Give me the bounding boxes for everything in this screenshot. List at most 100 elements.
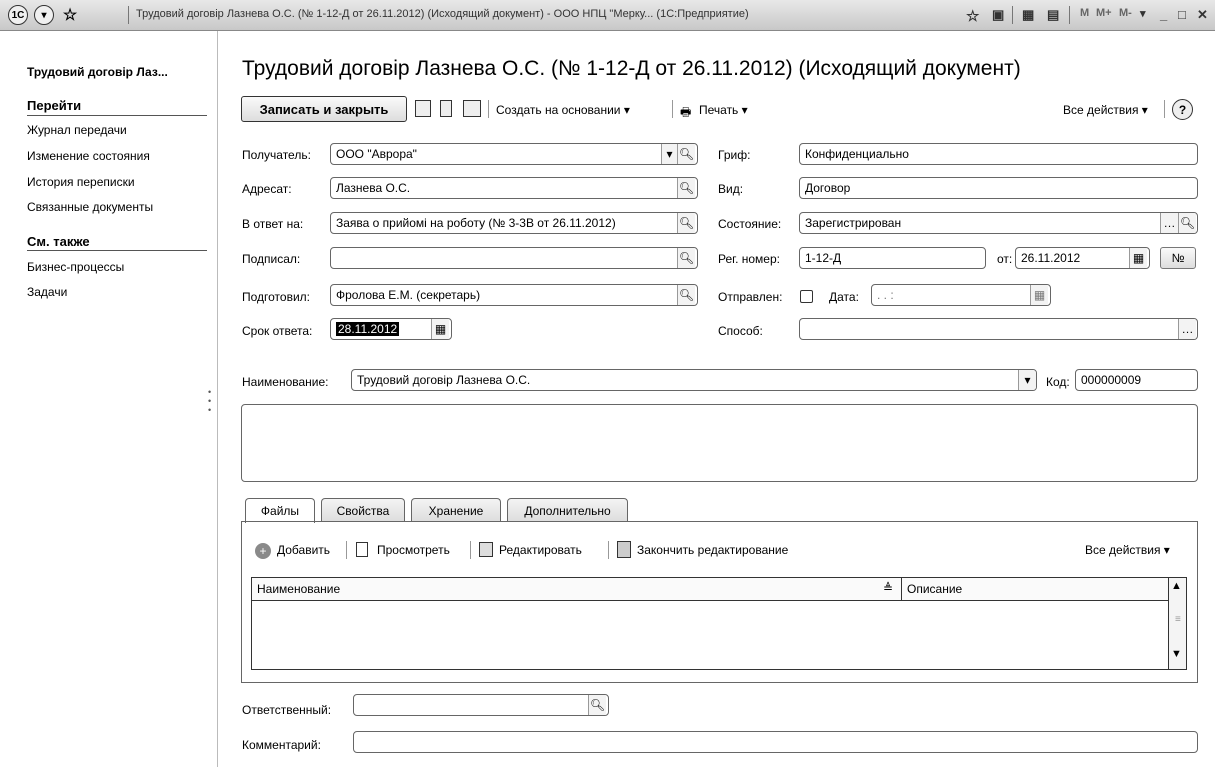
ellipsis-icon[interactable]: … bbox=[1160, 213, 1178, 233]
regdate-field[interactable]: 26.11.2012 ▦ bbox=[1015, 247, 1150, 269]
finish-edit-icon[interactable] bbox=[617, 541, 631, 558]
calendar-icon[interactable]: ▦ bbox=[1129, 248, 1147, 268]
name-field[interactable]: Трудовий договір Лазнева О.С. ▾ bbox=[351, 369, 1037, 391]
date-label: Дата: bbox=[829, 290, 859, 304]
tab-additional[interactable]: Дополнительно bbox=[507, 498, 628, 522]
sent-checkbox[interactable] bbox=[800, 290, 813, 303]
grid-scrollbar[interactable]: ▲ ≡ ▼ bbox=[1168, 578, 1186, 669]
add-file-button[interactable]: Добавить bbox=[277, 543, 330, 557]
1c-logo-icon[interactable]: 1C bbox=[8, 5, 28, 25]
nav-item-transfer-log[interactable]: Журнал передачи bbox=[27, 123, 127, 137]
nav-item-state-change[interactable]: Изменение состояния bbox=[27, 149, 150, 163]
search-icon[interactable]: 🔍︎ bbox=[677, 144, 695, 164]
tab-files[interactable]: Файлы bbox=[245, 498, 315, 523]
reply-to-field[interactable]: Заява о прийомі на роботу (№ 3-3В от 26.… bbox=[330, 212, 698, 234]
panel-resize-handle[interactable]: • • • bbox=[208, 388, 211, 415]
document-icon[interactable] bbox=[440, 100, 452, 117]
nav-item-related-docs[interactable]: Связанные документы bbox=[27, 200, 153, 214]
memory-mminus-button[interactable]: M- bbox=[1119, 7, 1132, 19]
printer-icon[interactable]: 🖶 bbox=[680, 103, 691, 124]
navigation-panel bbox=[0, 31, 218, 767]
search-icon[interactable]: 🔍︎ bbox=[677, 285, 695, 305]
help-icon[interactable]: ? bbox=[1172, 99, 1193, 120]
nav-item-correspondence[interactable]: История переписки bbox=[27, 175, 135, 189]
name-label: Наименование: bbox=[242, 375, 329, 389]
calendar-icon[interactable]: ▦ bbox=[431, 319, 449, 339]
tab-storage[interactable]: Хранение bbox=[411, 498, 501, 522]
scroll-up-icon[interactable]: ▲ bbox=[1171, 580, 1182, 592]
column-header-name[interactable]: Наименование ≜ bbox=[252, 578, 902, 601]
code-field[interactable]: 000000009 bbox=[1075, 369, 1198, 391]
save-and-close-button[interactable]: Записать и закрыть bbox=[241, 96, 407, 122]
search-icon[interactable]: 🔍︎ bbox=[677, 248, 695, 268]
memory-m-button[interactable]: M bbox=[1080, 7, 1089, 19]
responsible-field[interactable]: 🔍︎ bbox=[353, 694, 609, 716]
bookmark-icon[interactable]: ▣ bbox=[992, 7, 1004, 23]
scroll-down-icon[interactable]: ▼ bbox=[1171, 648, 1182, 660]
star-icon[interactable]: ☆ bbox=[60, 5, 80, 25]
nav-item-tasks[interactable]: Задачи bbox=[27, 285, 67, 299]
method-field[interactable]: … bbox=[799, 318, 1198, 340]
title-separator bbox=[1012, 6, 1013, 24]
favorite-icon[interactable]: ☆ bbox=[966, 7, 979, 25]
deadline-field[interactable]: 28.11.2012 ▦ bbox=[330, 318, 452, 340]
create-based-on-menu[interactable]: Создать на основании ▾ bbox=[496, 103, 630, 117]
edit-file-button[interactable]: Редактировать bbox=[499, 543, 582, 557]
files-table[interactable]: Наименование ≜ Описание ▲ ≡ ▼ bbox=[251, 577, 1187, 670]
sent-date-field[interactable]: . . : ▦ bbox=[871, 284, 1051, 306]
state-field[interactable]: Зарегистрирован … 🔍︎ bbox=[799, 212, 1198, 234]
calculator-icon[interactable]: ▦ bbox=[1022, 7, 1034, 23]
save-icon[interactable] bbox=[415, 100, 431, 117]
search-icon[interactable]: 🔍︎ bbox=[1178, 213, 1196, 233]
recipient-field[interactable]: ООО "Аврора" ▾ 🔍︎ bbox=[330, 143, 698, 165]
regdate-value: 26.11.2012 bbox=[1021, 251, 1081, 265]
nav-title: Трудовий договір Лаз... bbox=[27, 65, 168, 79]
scroll-thumb[interactable]: ≡ bbox=[1175, 614, 1181, 625]
grif-field[interactable]: Конфиденциально bbox=[799, 143, 1198, 165]
kind-field[interactable]: Договор bbox=[799, 177, 1198, 199]
prepared-field[interactable]: Фролова Е.М. (секретарь) 🔍︎ bbox=[330, 284, 698, 306]
post-icon[interactable] bbox=[463, 100, 481, 117]
maximize-icon[interactable]: □ bbox=[1178, 7, 1186, 22]
search-icon[interactable]: 🔍︎ bbox=[677, 213, 695, 233]
calendar-icon[interactable]: ▤ bbox=[1047, 7, 1059, 23]
minimize-arrow-icon[interactable]: ▾ bbox=[1140, 7, 1146, 20]
dropdown-icon[interactable]: ▾ bbox=[1018, 370, 1036, 390]
comment-field[interactable] bbox=[353, 731, 1198, 753]
view-icon[interactable] bbox=[356, 542, 368, 557]
sent-label: Отправлен: bbox=[718, 290, 783, 304]
prepared-label: Подготовил: bbox=[242, 290, 311, 304]
minimize-icon[interactable]: _ bbox=[1160, 7, 1167, 22]
description-textarea[interactable] bbox=[241, 404, 1198, 482]
tab-properties[interactable]: Свойства bbox=[321, 498, 405, 522]
finish-edit-button[interactable]: Закончить редактирование bbox=[637, 543, 788, 557]
files-all-actions-menu[interactable]: Все действия ▾ bbox=[1085, 543, 1170, 557]
all-actions-menu[interactable]: Все действия ▾ bbox=[1063, 103, 1148, 117]
nav-item-business-processes[interactable]: Бизнес-процессы bbox=[27, 260, 124, 274]
regnum-field[interactable]: 1-12-Д bbox=[799, 247, 986, 269]
grif-label: Гриф: bbox=[718, 148, 751, 162]
calendar-icon[interactable]: ▦ bbox=[1030, 285, 1048, 305]
page-title: Трудовий договір Лазнева О.С. (№ 1-12-Д … bbox=[242, 57, 1021, 80]
nav-divider bbox=[27, 250, 207, 251]
ellipsis-icon[interactable]: … bbox=[1178, 319, 1196, 339]
number-button[interactable]: № bbox=[1160, 247, 1196, 269]
nav-divider bbox=[27, 115, 207, 116]
search-icon[interactable]: 🔍︎ bbox=[677, 178, 695, 198]
name-value: Трудовий договір Лазнева О.С. bbox=[357, 373, 531, 387]
search-icon[interactable]: 🔍︎ bbox=[588, 695, 606, 715]
addressee-label: Адресат: bbox=[242, 182, 292, 196]
add-icon[interactable]: + bbox=[255, 543, 271, 559]
signed-field[interactable]: 🔍︎ bbox=[330, 247, 698, 269]
edit-icon[interactable] bbox=[479, 542, 493, 557]
print-menu[interactable]: Печать ▾ bbox=[699, 103, 748, 117]
menu-dropdown-icon[interactable]: ▾ bbox=[34, 5, 54, 25]
dropdown-icon[interactable]: ▾ bbox=[661, 144, 677, 164]
close-icon[interactable]: ✕ bbox=[1197, 7, 1208, 23]
column-header-description[interactable]: Описание bbox=[902, 578, 1168, 601]
addressee-field[interactable]: Лазнева О.С. 🔍︎ bbox=[330, 177, 698, 199]
memory-mplus-button[interactable]: M+ bbox=[1096, 7, 1112, 19]
view-file-button[interactable]: Просмотреть bbox=[377, 543, 450, 557]
window-title-bar: 1C ▾ ☆ Трудовий договір Лазнева О.С. (№ … bbox=[0, 0, 1215, 31]
toolbar-separator bbox=[488, 100, 489, 118]
